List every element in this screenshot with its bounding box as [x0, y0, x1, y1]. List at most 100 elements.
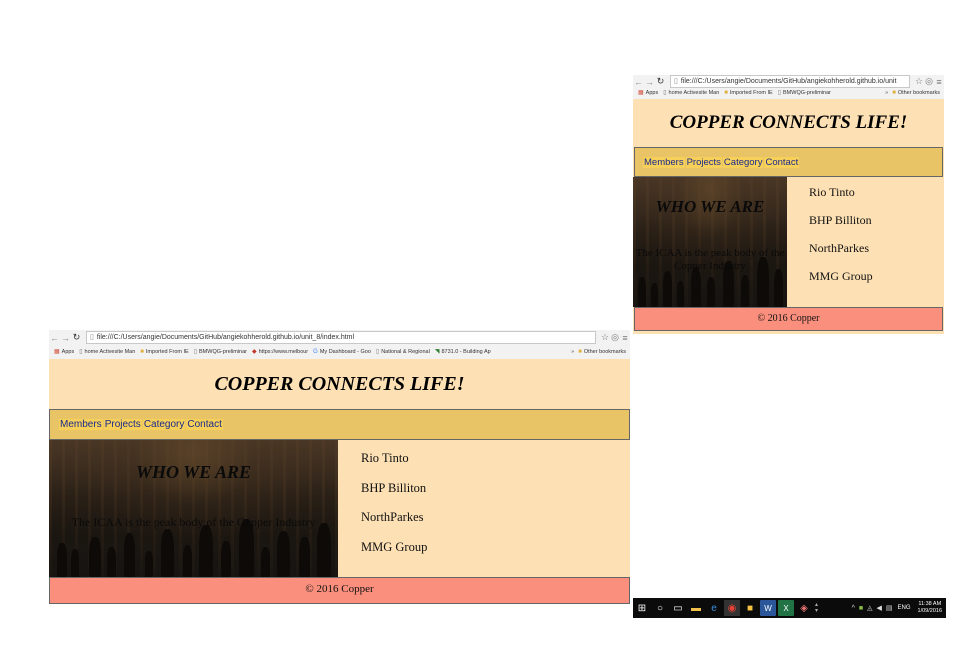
nav-link-category[interactable]: Category: [722, 156, 764, 168]
word-icon[interactable]: W: [760, 600, 776, 616]
other-bookmarks[interactable]: ■ Other bookmarks: [578, 349, 626, 355]
hero-text: The ICAA is the peak body of the Copper …: [71, 515, 316, 529]
bookmark-building-approvals[interactable]: ◥ 8731.0 - Building Ap: [434, 348, 491, 356]
site-footer: © 2016 Copper: [634, 307, 943, 331]
abs-icon: ◥: [434, 349, 440, 355]
language-indicator[interactable]: ENG: [898, 605, 911, 611]
browser-window-small: ← → ↻ ▯ file:///C:/Users/angie/Documents/…: [633, 75, 944, 334]
bookmark-home-activesite[interactable]: ▯ home Activesite Man: [663, 89, 719, 97]
action-center-icon[interactable]: ▤: [886, 604, 893, 612]
bookmark-my-dashboard[interactable]: G My Dashboard - Goo: [313, 349, 371, 355]
pin-icon: ◆: [252, 349, 257, 355]
reload-icon[interactable]: ↻: [71, 332, 82, 343]
nav-link-category[interactable]: Category: [142, 419, 186, 430]
nav-link-contact[interactable]: Contact: [186, 419, 223, 430]
back-arrow-icon[interactable]: ←: [633, 77, 644, 87]
site-footer: © 2016 Copper: [49, 577, 630, 604]
nav-link-members[interactable]: Members: [59, 419, 103, 430]
other-bookmarks-label: Other bookmarks: [897, 89, 940, 96]
list-item: MMG Group: [361, 539, 428, 554]
page-icon: ▯: [674, 78, 678, 85]
edge-icon[interactable]: e: [706, 600, 722, 616]
windows-taskbar: ⊞ ○ ▭ ▬ e ◉ ■ W X ◈ ▴ ▾ ^ ■ ◬ ◀ ▤ ENG 11:…: [633, 598, 946, 618]
chevron-up-icon[interactable]: ^: [852, 605, 855, 612]
menu-icon[interactable]: ≡: [620, 333, 630, 343]
task-view-icon[interactable]: ▭: [670, 600, 686, 616]
page-icon: ▯: [79, 349, 83, 355]
star-icon[interactable]: ☆: [914, 76, 924, 87]
bookmark-label: Imported From IE: [729, 89, 773, 96]
bookmarks-overflow-button[interactable]: »: [571, 349, 574, 355]
bookmark-label: 8731.0 - Building Ap: [441, 348, 491, 355]
menu-icon[interactable]: ≡: [934, 77, 944, 87]
page-icon: ▯: [193, 349, 198, 355]
bookmark-apps[interactable]: ▦ Apps: [638, 89, 658, 97]
bookmark-imported-from-ie[interactable]: ■ Imported From IE: [724, 90, 772, 96]
security-icon[interactable]: ■: [859, 605, 863, 612]
bookmark-apps[interactable]: ▦ Apps: [54, 348, 74, 356]
chrome-icon[interactable]: ◉: [724, 600, 740, 616]
reload-icon[interactable]: ↻: [655, 76, 666, 87]
folder-icon: ■: [892, 89, 896, 96]
bookmark-home-activesite[interactable]: ▯ home Activesite Man: [79, 348, 136, 356]
taskbar-scroll-arrows-icon[interactable]: ▴ ▾: [815, 602, 818, 614]
forward-arrow-icon[interactable]: →: [60, 333, 71, 343]
search-circle-icon[interactable]: ○: [652, 600, 668, 616]
bookmark-bmwqg[interactable]: ▯ BMWQG-preliminar: [777, 89, 831, 97]
google-icon: G: [313, 348, 318, 355]
list-item: NorthParkes: [809, 241, 869, 255]
hero-title: WHO WE ARE: [655, 197, 765, 216]
clock[interactable]: 11:38 AM 1/09/2016: [918, 601, 942, 615]
list-item: BHP Billiton: [809, 213, 872, 227]
browser-chrome: ← → ↻ ▯ file:///C:/Users/angie/Documents/…: [633, 75, 944, 100]
bookmarks-bar: ▦ Apps ▯ home Activesite Man ■ Imported Fro…: [633, 87, 944, 98]
star-icon[interactable]: ☆: [600, 332, 610, 343]
nav-link-projects[interactable]: Projects: [103, 419, 142, 430]
website-viewport: COPPER CONNECTS LIFE! Members Projects C…: [49, 359, 630, 604]
members-list: Rio Tinto BHP Billiton NorthParkes MMG G…: [338, 440, 630, 577]
folder-icon: ■: [724, 89, 728, 96]
bookmark-label: home Activesite Man: [84, 348, 136, 355]
network-icon[interactable]: ◬: [867, 604, 872, 612]
bookmark-melbourne[interactable]: ◆ https://www.melbour: [252, 348, 308, 356]
page-icon: ▯: [777, 90, 782, 96]
file-explorer-icon[interactable]: ▬: [688, 600, 704, 616]
page-icon: ▯: [375, 349, 380, 355]
bookmark-label: BMWQG-preliminar: [783, 89, 831, 96]
folder-icon: ■: [140, 348, 144, 355]
extension-icon[interactable]: ◎: [610, 332, 620, 343]
list-item: BHP Billiton: [361, 480, 427, 495]
extension-icon[interactable]: ◎: [924, 76, 934, 87]
page-icon: ▯: [663, 90, 667, 96]
folder-icon[interactable]: ■: [742, 600, 758, 616]
bookmarks-overflow-button[interactable]: »: [885, 90, 888, 96]
excel-icon[interactable]: X: [778, 600, 794, 616]
site-nav: Members Projects Category Contact: [49, 409, 630, 440]
bookmark-label: BMWQG-preliminar: [199, 348, 247, 355]
browser-window-large: ← → ↻ ▯ file:///C:/Users/angie/Documents/…: [49, 330, 630, 604]
paint-icon[interactable]: ◈: [796, 600, 812, 616]
back-arrow-icon[interactable]: ←: [49, 333, 60, 343]
bookmark-imported-from-ie[interactable]: ■ Imported From IE: [140, 349, 188, 355]
other-bookmarks-label: Other bookmarks: [583, 348, 626, 355]
nav-link-contact[interactable]: Contact: [764, 156, 800, 168]
bookmark-national-regional[interactable]: ▯ National & Regional: [375, 348, 430, 356]
nav-link-members[interactable]: Members: [643, 156, 685, 168]
address-text: file:///C:/Users/angie/Documents/GitHub/…: [680, 78, 897, 85]
address-bar[interactable]: ▯ file:///C:/Users/angie/Documents/GitHub…: [86, 331, 596, 344]
other-bookmarks[interactable]: ■ Other bookmarks: [892, 90, 940, 96]
volume-icon[interactable]: ◀: [877, 604, 882, 612]
list-item: MMG Group: [809, 269, 873, 283]
site-title: COPPER CONNECTS LIFE!: [669, 112, 908, 133]
windows-start-icon[interactable]: ⊞: [634, 600, 650, 616]
forward-arrow-icon[interactable]: →: [644, 77, 655, 87]
bookmark-label: Imported From IE: [145, 348, 189, 355]
list-item: Rio Tinto: [809, 185, 855, 199]
bookmark-label: National & Regional: [381, 348, 430, 355]
nav-link-projects[interactable]: Projects: [685, 156, 722, 168]
site-main: WHO WE ARE The ICAA is the peak body of …: [633, 177, 944, 307]
site-nav: Members Projects Category Contact: [634, 147, 943, 177]
site-main: WHO WE ARE The ICAA is the peak body of …: [49, 440, 630, 577]
browser-chrome: ← → ↻ ▯ file:///C:/Users/angie/Documents/…: [49, 330, 630, 360]
bookmark-bmwqg[interactable]: ▯ BMWQG-preliminar: [193, 348, 247, 356]
